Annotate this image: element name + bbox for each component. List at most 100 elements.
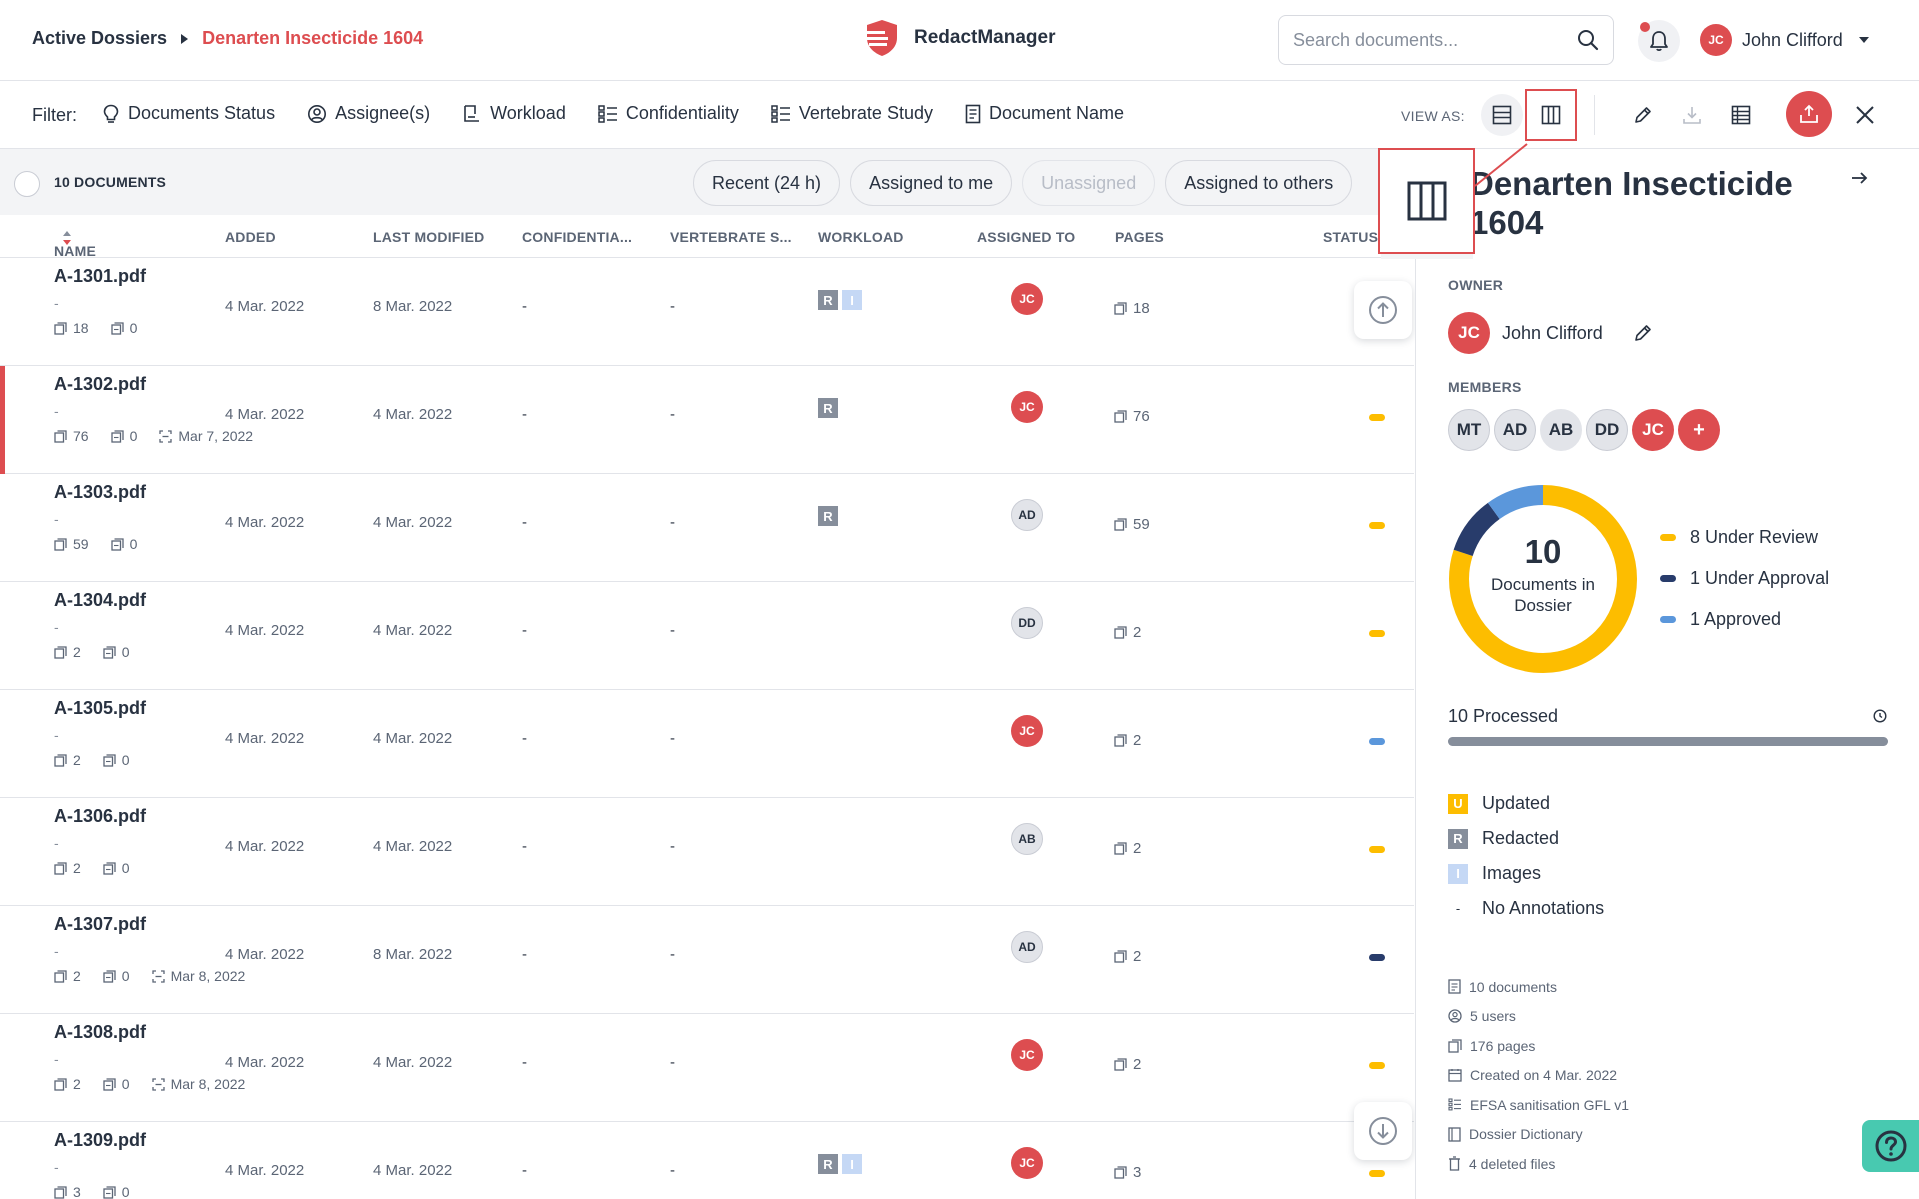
- reports-button[interactable]: [1720, 94, 1762, 136]
- document-name[interactable]: A-1306.pdf: [54, 806, 146, 827]
- help-button[interactable]: [1862, 1120, 1919, 1172]
- table-row[interactable]: A-1308.pdf -2 0 Mar 8, 2022 4 Mar. 2022 4 Mar…: [0, 1014, 1414, 1122]
- user-circle-icon: [1448, 1009, 1462, 1023]
- user-name[interactable]: John Clifford: [1742, 30, 1843, 51]
- pages-icon: [54, 537, 67, 551]
- legend-item-under-approval[interactable]: 1 Under Approval: [1660, 568, 1829, 589]
- user-avatar[interactable]: JC: [1700, 24, 1732, 56]
- document-name[interactable]: A-1301.pdf: [54, 266, 146, 287]
- filter-document-name[interactable]: Document Name: [965, 103, 1124, 124]
- member-avatar[interactable]: JC: [1632, 409, 1674, 451]
- assignee-avatar[interactable]: JC: [1011, 715, 1043, 747]
- legend-item-approved[interactable]: 1 Approved: [1660, 609, 1829, 630]
- column-last-modified[interactable]: LAST MODIFIED: [373, 229, 484, 245]
- table-row[interactable]: A-1309.pdf -3 0 4 Mar. 2022 4 Mar. 2022- - R I J…: [0, 1122, 1414, 1199]
- column-status[interactable]: STATUS: [1323, 229, 1378, 245]
- document-name[interactable]: A-1307.pdf: [54, 914, 146, 935]
- member-avatar[interactable]: AB: [1540, 409, 1582, 451]
- document-meta: 76 0 Mar 7, 2022: [54, 428, 253, 444]
- filter-documents-status[interactable]: Documents Status: [102, 103, 275, 124]
- filter-workload[interactable]: Workload: [462, 103, 566, 124]
- quick-filter-unassigned[interactable]: Unassigned: [1022, 160, 1156, 206]
- scroll-up-button[interactable]: [1354, 281, 1412, 339]
- pages-cell: 3: [1114, 1164, 1141, 1181]
- filter-assignees[interactable]: Assignee(s): [307, 103, 430, 124]
- quick-filter-recent[interactable]: Recent (24 h): [693, 160, 841, 206]
- column-pages[interactable]: PAGES: [1115, 229, 1164, 245]
- filter-vertebrate-study[interactable]: Vertebrate Study: [771, 103, 933, 124]
- column-confidentiality[interactable]: CONFIDENTIA...: [522, 229, 632, 245]
- confidentiality-value: -: [522, 622, 527, 639]
- assignee-avatar[interactable]: AB: [1011, 823, 1043, 855]
- table-row[interactable]: A-1302.pdf -76 0 Mar 7, 2022 4 Mar. 2022 4 Ma…: [0, 366, 1414, 474]
- status-indicator[interactable]: [1369, 738, 1385, 745]
- scroll-down-button[interactable]: [1354, 1102, 1412, 1160]
- document-name[interactable]: A-1305.pdf: [54, 698, 146, 719]
- column-workload[interactable]: WORKLOAD: [818, 229, 904, 245]
- status-indicator[interactable]: [1369, 954, 1385, 961]
- column-added[interactable]: ADDED: [225, 229, 276, 245]
- download-button[interactable]: [1671, 94, 1713, 136]
- meta-pages: 2: [73, 1076, 81, 1092]
- column-vertebrate-study[interactable]: VERTEBRATE S...: [670, 229, 792, 245]
- key-updated: U Updated: [1448, 793, 1604, 814]
- member-avatar[interactable]: DD: [1586, 409, 1628, 451]
- status-indicator[interactable]: [1369, 630, 1385, 637]
- edit-dossier-button[interactable]: [1622, 94, 1664, 136]
- member-avatar[interactable]: MT: [1448, 409, 1490, 451]
- assignee-avatar[interactable]: JC: [1011, 1039, 1043, 1071]
- export-button[interactable]: [1786, 91, 1832, 137]
- pencil-icon[interactable]: [1633, 323, 1653, 343]
- document-name[interactable]: A-1304.pdf: [54, 590, 146, 611]
- status-indicator[interactable]: [1369, 846, 1385, 853]
- document-name[interactable]: A-1303.pdf: [54, 482, 146, 503]
- quick-filters: Recent (24 h) Assigned to me Unassigned …: [693, 160, 1353, 206]
- filter-confidentiality[interactable]: Confidentiality: [598, 103, 739, 124]
- search-icon[interactable]: [1577, 29, 1599, 51]
- assignee-avatar[interactable]: AD: [1011, 499, 1043, 531]
- workload-badge: R: [818, 290, 838, 310]
- breadcrumb-current[interactable]: Denarten Insecticide 1604: [202, 28, 423, 49]
- pages-icon: [54, 861, 67, 875]
- user-menu[interactable]: JC John Clifford: [1700, 24, 1869, 56]
- list-view-button[interactable]: [1481, 94, 1523, 136]
- legend-item-under-review[interactable]: 8 Under Review: [1660, 527, 1829, 548]
- assignee-avatar[interactable]: AD: [1011, 931, 1043, 963]
- document-name[interactable]: A-1302.pdf: [54, 374, 146, 395]
- table-row[interactable]: A-1305.pdf -2 0 4 Mar. 2022 4 Mar. 2022- - JC 2: [0, 690, 1414, 798]
- document-name[interactable]: A-1308.pdf: [54, 1022, 146, 1043]
- assignee-avatar[interactable]: JC: [1011, 283, 1043, 315]
- table-row[interactable]: A-1301.pdf -18 0 4 Mar. 2022 8 Mar. 2022- - R I…: [0, 258, 1414, 366]
- assignee-avatar[interactable]: DD: [1011, 607, 1043, 639]
- search-box[interactable]: [1278, 15, 1614, 65]
- breadcrumb-root[interactable]: Active Dossiers: [32, 28, 167, 49]
- status-indicator[interactable]: [1369, 522, 1385, 529]
- add-member-button[interactable]: +: [1678, 409, 1720, 451]
- modified-date: 4 Mar. 2022: [373, 514, 453, 531]
- workload-badge: R: [818, 398, 838, 418]
- select-all-checkbox[interactable]: [14, 171, 40, 197]
- notifications-button[interactable]: [1638, 20, 1680, 62]
- quick-filter-assigned-to-others[interactable]: Assigned to others: [1165, 160, 1353, 206]
- table-row[interactable]: A-1303.pdf -59 0 4 Mar. 2022 4 Mar. 2022- - R A…: [0, 474, 1414, 582]
- members-label: MEMBERS: [1448, 379, 1522, 395]
- table-row[interactable]: A-1304.pdf -2 0 4 Mar. 2022 4 Mar. 2022- - DD 2: [0, 582, 1414, 690]
- processed-progress-bar: [1448, 737, 1888, 746]
- member-avatar[interactable]: AD: [1494, 409, 1536, 451]
- status-indicator[interactable]: [1369, 1170, 1385, 1177]
- status-indicator[interactable]: [1369, 1062, 1385, 1069]
- assignee-avatar[interactable]: JC: [1011, 1147, 1043, 1179]
- annotations-icon: [103, 1185, 116, 1199]
- chevron-down-icon[interactable]: [1858, 37, 1869, 43]
- arrow-right-icon[interactable]: [1850, 168, 1870, 188]
- assignee-avatar[interactable]: JC: [1011, 391, 1043, 423]
- table-row[interactable]: A-1306.pdf -2 0 4 Mar. 2022 4 Mar. 2022- - AB 2: [0, 798, 1414, 906]
- status-indicator[interactable]: [1369, 414, 1385, 421]
- close-button[interactable]: [1844, 94, 1886, 136]
- search-input[interactable]: [1293, 29, 1563, 51]
- document-name[interactable]: A-1309.pdf: [54, 1130, 146, 1151]
- table-row[interactable]: A-1307.pdf -2 0 Mar 8, 2022 4 Mar. 2022 8 Mar…: [0, 906, 1414, 1014]
- column-name[interactable]: NAME: [54, 229, 96, 259]
- quick-filter-assigned-to-me[interactable]: Assigned to me: [850, 160, 1013, 206]
- column-assigned-to[interactable]: ASSIGNED TO: [977, 229, 1075, 245]
